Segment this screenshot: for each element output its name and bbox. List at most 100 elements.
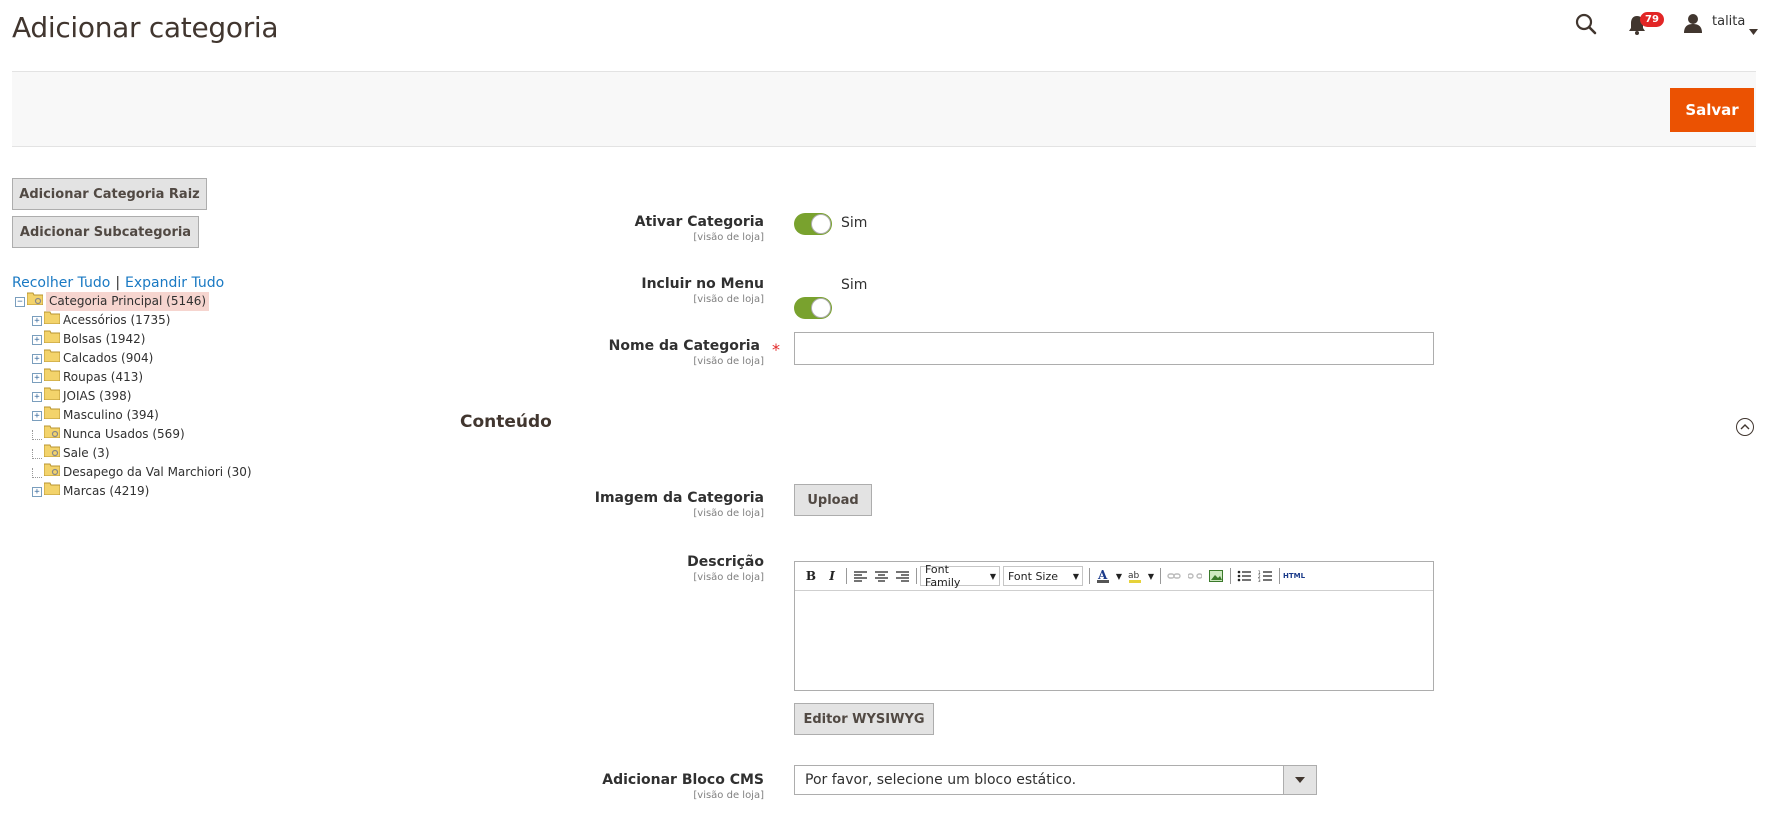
toolbar-separator [846, 568, 847, 584]
tree-node-label[interactable]: JOIAS (398) [63, 387, 131, 406]
expand-toggle-icon[interactable]: + [32, 353, 42, 364]
html-source-button[interactable]: HTML [1283, 566, 1305, 586]
save-button[interactable]: Salvar [1670, 88, 1754, 132]
bold-icon[interactable]: B [801, 566, 821, 586]
tree-node-label[interactable]: Bolsas (1942) [63, 330, 145, 349]
tree-children: + Acessórios (1735) + Bolsas (1942) + Calcado… [15, 311, 295, 501]
description-label: Descrição [687, 554, 764, 570]
folder-icon [43, 425, 61, 444]
toolbar-separator [1230, 568, 1231, 584]
italic-icon[interactable]: I [822, 566, 842, 586]
tree-root-node[interactable]: − Categoria Principal (5146) [15, 292, 295, 311]
folder-icon [43, 311, 61, 330]
tree-node[interactable]: + Marcas (4219) [32, 482, 295, 501]
tree-node[interactable]: Desapego da Val Marchiori (30) [32, 463, 295, 482]
folder-icon [43, 368, 61, 387]
tree-node[interactable]: + Calcados (904) [32, 349, 295, 368]
scope-note: [visão de loja] [693, 356, 764, 367]
expand-toggle-icon[interactable]: + [32, 391, 42, 402]
chevron-down-icon[interactable] [1749, 20, 1758, 39]
enable-category-value: Sim [841, 215, 868, 231]
editor-toolbar: B I Font Family ▼ Font Size ▼ A ▼ ab ▼ 123… [795, 562, 1433, 591]
scope-note: [visão de loja] [693, 790, 764, 801]
font-size-value: Font Size [1008, 569, 1059, 583]
link-icon[interactable] [1164, 566, 1184, 586]
chevron-down-icon[interactable] [1283, 766, 1316, 794]
svg-text:3: 3 [1258, 578, 1261, 582]
category-image-label: Imagem da Categoria [594, 490, 764, 506]
expand-all-link[interactable]: Expandir Tudo [125, 275, 224, 291]
dropdown-arrow-icon[interactable]: ▼ [1146, 566, 1156, 586]
folder-icon [43, 349, 61, 368]
folder-icon [43, 406, 61, 425]
tree-node[interactable]: + Bolsas (1942) [32, 330, 295, 349]
tree-node[interactable]: Nunca Usados (569) [32, 425, 295, 444]
align-right-icon[interactable] [892, 566, 912, 586]
enable-category-toggle[interactable] [794, 213, 832, 235]
tree-node-label[interactable]: Acessórios (1735) [63, 311, 170, 330]
upload-button[interactable]: Upload [794, 484, 872, 516]
align-left-icon[interactable] [850, 566, 870, 586]
description-editor-area[interactable] [795, 591, 1433, 690]
tree-node-label[interactable]: Desapego da Val Marchiori (30) [63, 463, 252, 482]
include-in-menu-value: Sim [841, 277, 868, 293]
expand-toggle-icon[interactable]: + [32, 315, 42, 326]
cms-block-select[interactable]: Por favor, selecione um bloco estático. [794, 765, 1317, 795]
dropdown-arrow-icon[interactable]: ▼ [1114, 566, 1124, 586]
search-icon[interactable] [1574, 12, 1598, 36]
collapse-all-link[interactable]: Recolher Tudo [12, 275, 110, 291]
category-name-label: Nome da Categoria [608, 338, 760, 354]
tree-node-label[interactable]: Marcas (4219) [63, 482, 149, 501]
unlink-icon[interactable] [1185, 566, 1205, 586]
tree-node[interactable]: + Masculino (394) [32, 406, 295, 425]
category-tree: − Categoria Principal (5146) + Acessórios… [15, 292, 295, 501]
collapse-toggle-icon[interactable]: − [15, 296, 25, 307]
dropdown-arrow-icon: ▼ [1072, 571, 1079, 581]
tree-node-label[interactable]: Calcados (904) [63, 349, 153, 368]
folder-icon [43, 387, 61, 406]
scope-note: [visão de loja] [693, 294, 764, 305]
tree-connector [32, 467, 42, 478]
add-root-category-button[interactable]: Adicionar Categoria Raiz [12, 178, 207, 210]
toolbar-separator [1089, 568, 1090, 584]
user-icon[interactable] [1682, 12, 1704, 34]
add-subcategory-button[interactable]: Adicionar Subcategoria [12, 216, 199, 248]
tree-node[interactable]: + JOIAS (398) [32, 387, 295, 406]
user-name[interactable]: talita [1712, 14, 1745, 29]
tree-node-label[interactable]: Categoria Principal (5146) [46, 292, 210, 311]
tree-node[interactable]: Sale (3) [32, 444, 295, 463]
tree-node[interactable]: + Acessórios (1735) [32, 311, 295, 330]
font-family-select[interactable]: Font Family ▼ [920, 563, 1000, 589]
expand-toggle-icon[interactable]: + [32, 486, 42, 497]
highlight-color-icon[interactable]: ab [1125, 566, 1145, 586]
numbered-list-icon[interactable]: 123 [1255, 566, 1275, 586]
tree-controls: Recolher Tudo | Expandir Tudo [12, 275, 224, 291]
cms-block-label: Adicionar Bloco CMS [602, 772, 764, 788]
wysiwyg-editor-button[interactable]: Editor WYSIWYG [794, 703, 934, 735]
tree-node-label[interactable]: Nunca Usados (569) [63, 425, 185, 444]
collapse-section-icon[interactable] [1736, 418, 1754, 436]
expand-toggle-icon[interactable]: + [32, 334, 42, 345]
tree-connector [32, 448, 42, 459]
tree-node-label[interactable]: Masculino (394) [63, 406, 159, 425]
content-section-title[interactable]: Conteúdo [460, 412, 552, 432]
scope-note: [visão de loja] [693, 232, 764, 243]
tree-node[interactable]: + Roupas (413) [32, 368, 295, 387]
expand-toggle-icon[interactable]: + [32, 410, 42, 421]
include-in-menu-toggle[interactable] [794, 297, 832, 319]
text-color-icon[interactable]: A [1093, 566, 1113, 586]
expand-toggle-icon[interactable]: + [32, 372, 42, 383]
category-name-input[interactable] [794, 332, 1434, 365]
tree-node-label[interactable]: Roupas (413) [63, 368, 143, 387]
align-center-icon[interactable] [871, 566, 891, 586]
include-in-menu-label: Incluir no Menu [641, 276, 764, 292]
svg-text:ab: ab [1128, 571, 1140, 581]
toolbar-separator [1279, 568, 1280, 584]
folder-icon [43, 444, 61, 463]
notifications-badge: 79 [1640, 12, 1664, 27]
bullet-list-icon[interactable] [1234, 566, 1254, 586]
font-size-select[interactable]: Font Size ▼ [1003, 566, 1083, 586]
toolbar-separator [916, 568, 917, 584]
image-icon[interactable] [1206, 566, 1226, 586]
tree-node-label[interactable]: Sale (3) [63, 444, 110, 463]
